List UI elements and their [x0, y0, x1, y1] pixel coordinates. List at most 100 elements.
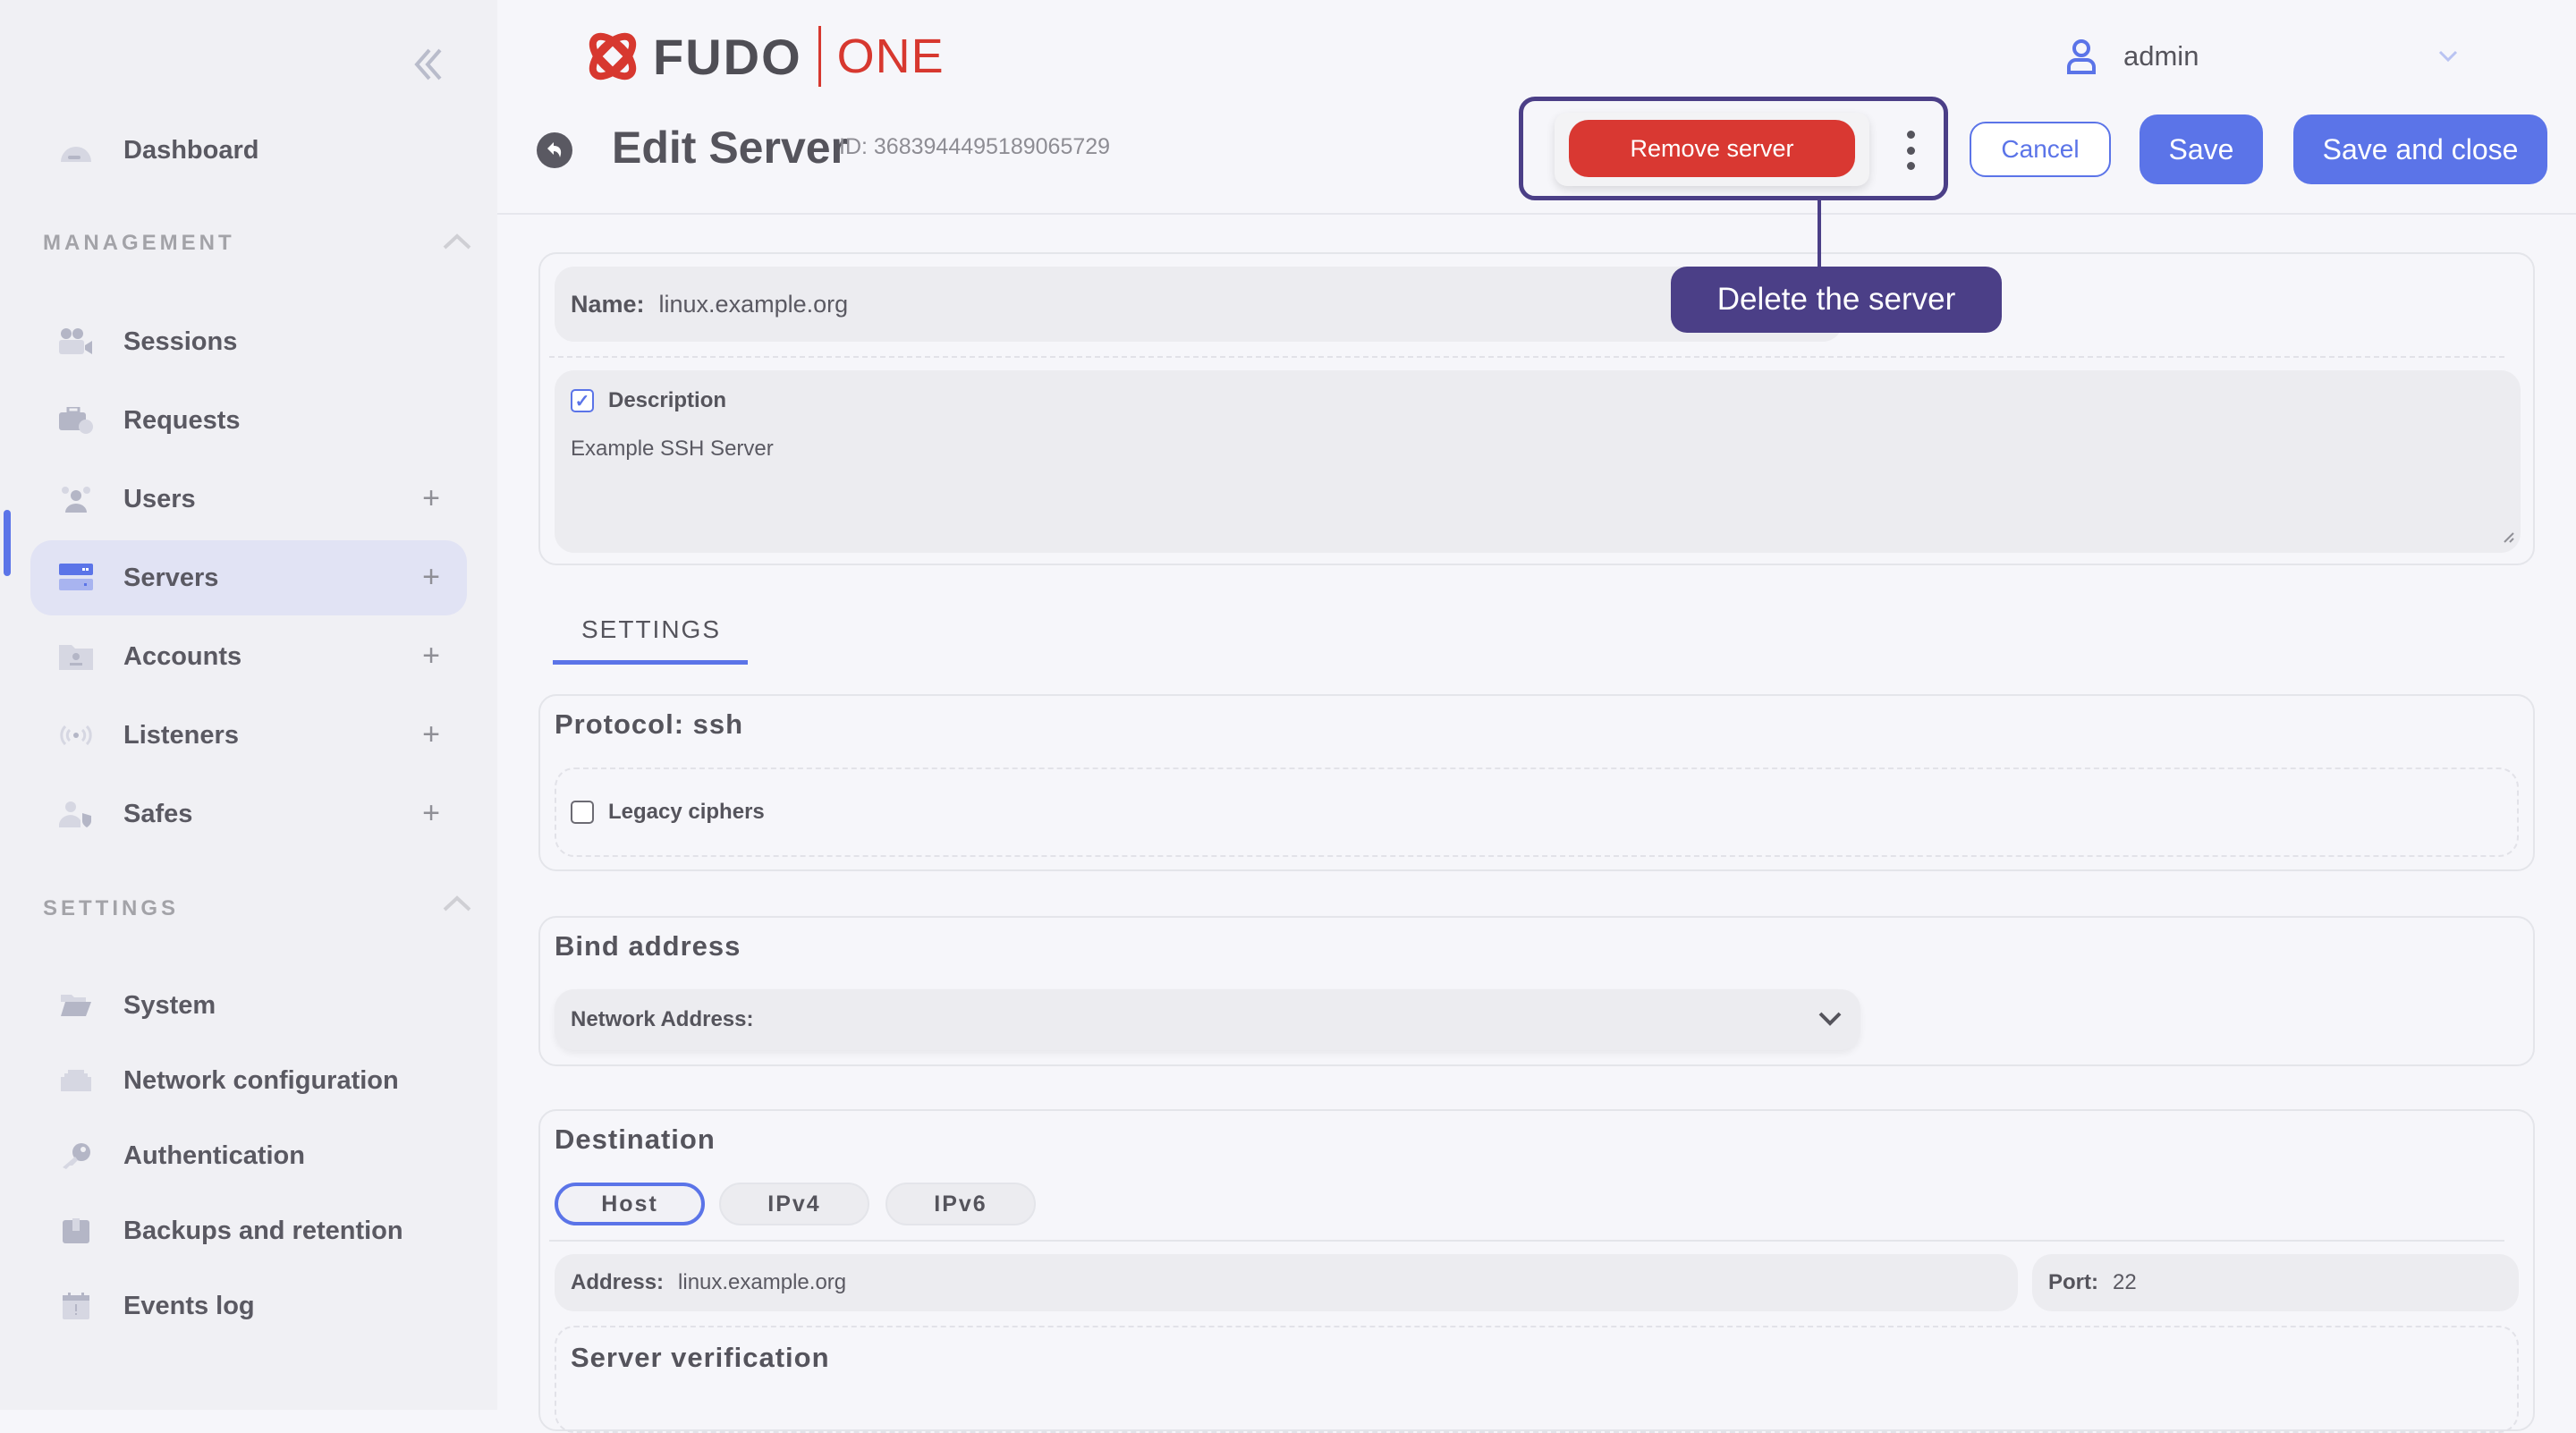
sidebar-item-label: Safes — [123, 799, 193, 828]
logo: FUDO ONE — [581, 25, 945, 88]
callout-tooltip: Delete the server — [1671, 267, 2002, 333]
sidebar-item-sessions[interactable]: Sessions — [30, 304, 467, 379]
more-options-icon[interactable] — [1902, 131, 1919, 170]
legacy-ciphers-label: Legacy ciphers — [608, 800, 765, 824]
video-camera-icon — [59, 325, 93, 359]
sidebar-item-requests[interactable]: Requests — [30, 383, 467, 458]
tab-underline — [553, 660, 748, 665]
port-label: Port: — [2048, 1270, 2098, 1294]
sidebar-item-listeners[interactable]: Listeners + — [30, 698, 467, 773]
tab-settings[interactable]: SETTINGS — [581, 615, 721, 644]
sidebar-item-label: Dashboard — [123, 135, 259, 165]
bind-address-title: Bind address — [555, 930, 741, 962]
legacy-ciphers-option[interactable]: Legacy ciphers — [571, 800, 765, 825]
save-button[interactable]: Save — [2140, 114, 2263, 184]
sidebar-item-backups[interactable]: Backups and retention — [30, 1193, 467, 1268]
description-text[interactable]: Example SSH Server — [571, 437, 774, 462]
add-account-button[interactable]: + — [422, 640, 440, 671]
description-label: Description — [608, 388, 727, 412]
gauge-icon — [59, 133, 93, 167]
chevron-down-icon[interactable] — [2438, 50, 2458, 63]
description-field[interactable]: ✓ Description Example SSH Server — [555, 370, 2521, 553]
sidebar-item-label: Users — [123, 484, 196, 513]
sidebar-item-label: Backups and retention — [123, 1216, 403, 1245]
address-field[interactable]: Address: linux.example.org — [555, 1254, 2018, 1311]
fudo-logo-icon — [589, 32, 637, 81]
network-address-select[interactable]: Network Address: — [555, 989, 1860, 1050]
legacy-ciphers-checkbox[interactable] — [571, 801, 594, 824]
logo-brand: FUDO — [653, 28, 802, 85]
sidebar-item-dashboard[interactable]: Dashboard — [30, 113, 467, 188]
collapse-sidebar-icon[interactable] — [408, 43, 451, 86]
sidebar-item-authentication[interactable]: Authentication — [30, 1118, 467, 1193]
section-title-settings: SETTINGS — [43, 896, 180, 920]
sidebar-item-users[interactable]: Users + — [30, 462, 467, 537]
active-indicator — [4, 510, 11, 576]
sidebar-item-network-configuration[interactable]: Network configuration — [30, 1043, 467, 1118]
folder-user-icon — [59, 640, 93, 674]
dest-option-host[interactable]: Host — [555, 1183, 705, 1225]
destination-title: Destination — [555, 1124, 716, 1155]
sidebar-item-label: Sessions — [123, 326, 238, 356]
calendar-alert-icon — [59, 1289, 93, 1323]
network-address-label: Network Address: — [571, 1007, 754, 1031]
logo-separator — [818, 26, 821, 87]
protocol-title: Protocol: ssh — [555, 708, 744, 740]
user-icon — [2067, 39, 2096, 74]
server-icon — [59, 561, 93, 595]
users-icon — [59, 482, 93, 516]
resize-handle-icon[interactable] — [2501, 530, 2515, 544]
sidebar-item-accounts[interactable]: Accounts + — [30, 619, 467, 694]
header-divider — [497, 213, 2576, 215]
chevron-up-icon[interactable] — [442, 233, 472, 250]
back-button[interactable] — [537, 132, 572, 168]
name-label: Name: — [571, 290, 645, 318]
sidebar-item-safes[interactable]: Safes + — [30, 776, 467, 852]
sidebar-item-label: Requests — [123, 405, 241, 435]
folder-open-icon — [59, 988, 93, 1022]
sidebar-item-label: Listeners — [123, 720, 239, 750]
key-icon — [59, 1139, 93, 1173]
user-name: admin — [2123, 40, 2199, 72]
server-verification-section — [555, 1326, 2519, 1433]
cancel-button[interactable]: Cancel — [1970, 122, 2111, 177]
user-menu[interactable]: admin — [2066, 34, 2199, 79]
sidebar-item-events-log[interactable]: Events log — [30, 1268, 467, 1344]
dest-option-ipv4[interactable]: IPv4 — [719, 1183, 869, 1225]
sidebar-item-label: Events log — [123, 1291, 255, 1320]
broadcast-icon — [59, 718, 93, 752]
remove-server-button[interactable]: Remove server — [1569, 120, 1855, 177]
chevron-up-icon[interactable] — [442, 895, 472, 912]
briefcase-clock-icon — [59, 403, 93, 437]
divider — [549, 1240, 2504, 1242]
name-field[interactable]: Name: linux.example.org — [555, 267, 1843, 342]
add-safe-button[interactable]: + — [422, 798, 440, 828]
sidebar-item-label: Network configuration — [123, 1065, 399, 1095]
description-checkbox[interactable]: ✓ — [571, 389, 594, 412]
section-title-management: MANAGEMENT — [43, 231, 235, 255]
back-arrow-icon — [547, 142, 562, 157]
address-value: linux.example.org — [678, 1270, 847, 1294]
name-value: linux.example.org — [658, 290, 849, 318]
callout-connector — [1818, 200, 1821, 268]
protocol-options — [555, 767, 2519, 857]
port-value: 22 — [2113, 1270, 2137, 1294]
box-icon — [59, 1214, 93, 1248]
add-listener-button[interactable]: + — [422, 719, 440, 750]
sidebar-item-servers[interactable]: Servers + — [30, 540, 467, 615]
server-verification-title: Server verification — [571, 1342, 830, 1373]
dest-option-ipv6[interactable]: IPv6 — [886, 1183, 1036, 1225]
sidebar-item-label: Authentication — [123, 1140, 305, 1170]
ethernet-icon — [59, 1064, 93, 1098]
logo-product: ONE — [836, 30, 945, 83]
port-field[interactable]: Port: 22 — [2032, 1254, 2519, 1311]
add-user-button[interactable]: + — [422, 483, 440, 513]
sidebar: Dashboard MANAGEMENT Sessions Requests U… — [0, 0, 497, 1410]
chevron-down-icon — [1818, 1012, 1842, 1026]
sidebar-item-label: Servers — [123, 563, 219, 592]
sidebar-item-system[interactable]: System — [30, 968, 467, 1043]
add-server-button[interactable]: + — [422, 562, 440, 592]
sidebar-item-label: System — [123, 990, 216, 1020]
save-and-close-button[interactable]: Save and close — [2293, 114, 2547, 184]
server-id: ID: 3683944495189065729 — [839, 134, 1111, 159]
